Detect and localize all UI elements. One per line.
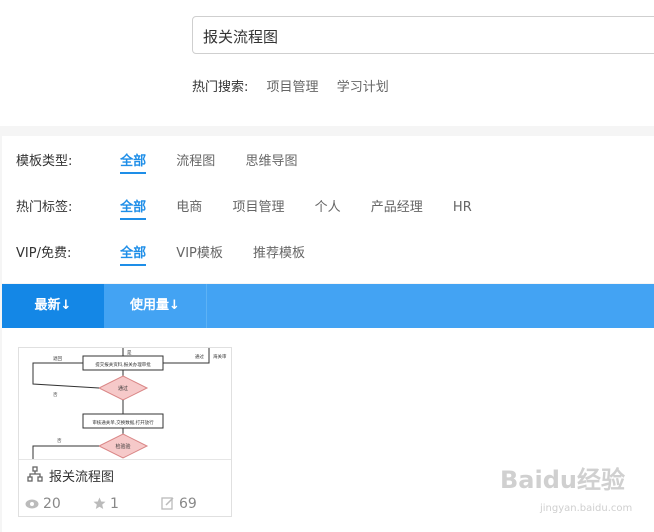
thumb-diamond1-label: 通过 — [118, 385, 128, 392]
thumb-box2-label: 审核通关单,交换数据,打开放行 — [92, 419, 154, 426]
thumb-box1-label: 提交报关资料,报关办理审批 — [95, 361, 151, 368]
hot-search-item-project[interactable]: 项目管理 — [267, 80, 319, 95]
likes-stat: 1 — [93, 496, 119, 512]
filter-row-template-type: 模板类型: 全部 流程图 思维导图 — [16, 150, 323, 174]
thumb-right1-label: 通过 — [195, 353, 204, 360]
filter-row-hot-tags: 热门标签: 全部 电商 项目管理 个人 产品经理 HR — [16, 196, 498, 220]
edits-stat: 69 — [161, 496, 197, 512]
sort-usage-button[interactable]: 使用量↓ — [104, 284, 206, 328]
views-stat: 20 — [25, 496, 61, 512]
filter-panel: 模板类型: 全部 流程图 思维导图 热门标签: 全部 电商 项目管理 个人 产品… — [2, 136, 654, 283]
thumb-diamond2-label: 检验验 — [115, 443, 130, 450]
flowchart-icon — [27, 466, 43, 486]
sort-divider — [206, 284, 207, 328]
tag-option-pm[interactable]: 产品经理 — [371, 196, 423, 218]
template-card[interactable]: 提交报关资料,报关办理审批 通过 审核通关单,交换数据,打开放行 检验验 退回 … — [18, 347, 232, 517]
tag-option-all[interactable]: 全部 — [120, 196, 147, 220]
thumb-no1-label: 否 — [53, 392, 58, 398]
sort-newest-button[interactable]: 最新↓ — [2, 284, 104, 328]
filter-option-flowchart[interactable]: 流程图 — [176, 150, 215, 172]
hot-search-item-study[interactable]: 学习计划 — [337, 80, 389, 95]
template-thumbnail[interactable]: 提交报关资料,报关办理审批 通过 审核通关单,交换数据,打开放行 检验验 退回 … — [19, 348, 231, 460]
filter-label-hot-tags: 热门标签: — [16, 200, 73, 215]
hot-search-row: 热门搜索: 项目管理 学习计划 — [192, 76, 403, 95]
vip-option-all[interactable]: 全部 — [120, 242, 147, 266]
search-input[interactable]: 报关流程图 — [192, 16, 654, 54]
sort-bar: 最新↓ 使用量↓ — [2, 284, 654, 328]
filter-label-vip: VIP/免费: — [16, 246, 72, 261]
likes-count: 1 — [110, 496, 119, 512]
flowchart-preview: 提交报关资料,报关办理审批 通过 审核通关单,交换数据,打开放行 检验验 退回 … — [32, 348, 227, 460]
filter-option-mindmap[interactable]: 思维导图 — [245, 150, 297, 172]
search-input-value: 报关流程图 — [203, 28, 279, 46]
tag-option-personal[interactable]: 个人 — [315, 196, 341, 218]
tag-option-project[interactable]: 项目管理 — [232, 196, 284, 218]
thumb-right2-label: 海关审 — [213, 353, 227, 360]
thumb-no2-label: 否 — [57, 438, 62, 444]
edits-count: 69 — [179, 496, 197, 512]
vip-option-vip[interactable]: VIP模板 — [176, 242, 223, 264]
tag-option-hr[interactable]: HR — [453, 200, 472, 218]
watermark-logo: Baidu经验 — [500, 466, 625, 494]
card-divider — [19, 459, 231, 460]
edit-icon — [161, 497, 174, 510]
views-count: 20 — [43, 496, 61, 512]
watermark-url: jingyan.baidu.com — [540, 503, 633, 514]
filter-label-template-type: 模板类型: — [16, 154, 73, 169]
filter-row-vip: VIP/免费: 全部 VIP模板 推荐模板 — [16, 242, 331, 266]
filter-option-all[interactable]: 全部 — [120, 150, 147, 174]
card-title[interactable]: 报关流程图 — [49, 466, 114, 485]
tag-option-ecommerce[interactable]: 电商 — [176, 196, 202, 218]
hot-search-label: 热门搜索: — [192, 80, 249, 95]
eye-icon — [25, 499, 39, 509]
star-icon — [93, 497, 106, 509]
thumb-left1-label: 退回 — [53, 355, 62, 362]
thumb-start-label: 是 — [127, 350, 132, 356]
search-panel: 报关流程图 热门搜索: 项目管理 学习计划 — [0, 0, 654, 126]
vip-option-recommended[interactable]: 推荐模板 — [253, 242, 305, 264]
